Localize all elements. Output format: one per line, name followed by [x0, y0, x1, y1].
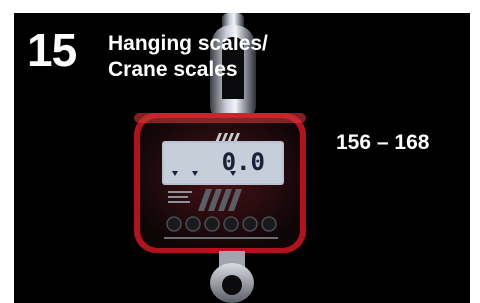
chapter-number: 15	[27, 24, 77, 76]
chapter-cover: 0.0 15 Hanging scales/ Crane scales 156 …	[14, 13, 470, 303]
chapter-title: Hanging scales/ Crane scales	[108, 31, 268, 83]
page-range: 156 – 168	[336, 131, 430, 154]
chapter-title-line1: Hanging scales/	[108, 32, 268, 55]
lcd-reading: 0.0	[222, 148, 265, 176]
chapter-title-line2: Crane scales	[108, 58, 238, 81]
